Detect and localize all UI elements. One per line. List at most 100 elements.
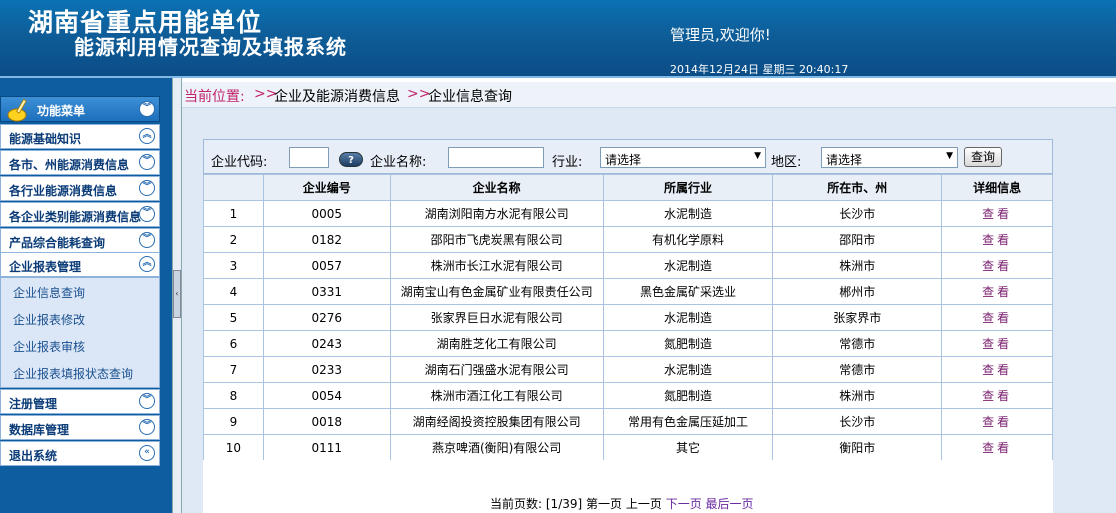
breadcrumb-separator: >>: [407, 86, 431, 102]
table-header-row: 企业编号 企业名称 所属行业 所在市、州 详细信息: [203, 174, 1053, 201]
enterprise-name-label: 企业名称:: [370, 155, 427, 170]
industry: 其它: [602, 434, 774, 461]
pager-next-link[interactable]: 下一页: [666, 497, 702, 511]
collapse-handle-icon[interactable]: ‹: [173, 270, 181, 318]
chevron-left-icon[interactable]: «: [139, 445, 155, 461]
region-select[interactable]: 请选择 ▼: [821, 147, 958, 168]
sidebar-item-label: 各行业能源消费信息: [9, 184, 118, 198]
sidebar-item-label: 注册管理: [9, 397, 58, 411]
chevron-down-icon[interactable]: ︾: [139, 101, 155, 117]
column-header-code: 企业编号: [262, 174, 391, 201]
sidebar-item-registration[interactable]: 注册管理 ︾: [0, 389, 160, 414]
table-row: 5 0276 张家界巨日水泥有限公司 水泥制造 张家界市 查看: [203, 304, 1053, 331]
report-submenu: 企业信息查询 企业报表修改 企业报表审核 企业报表填报状态查询: [0, 277, 160, 388]
chevron-down-icon[interactable]: ︾: [139, 206, 155, 222]
sidebar-item-label: 数据库管理: [9, 423, 70, 437]
sidebar-item-report-management[interactable]: 企业报表管理 ︽: [0, 252, 160, 277]
sidebar-item-energy-basics[interactable]: 能源基础知识 ︽: [0, 124, 160, 149]
enterprise-name: 张家界巨日水泥有限公司: [389, 304, 604, 331]
sidebar-item-label: 退出系统: [9, 449, 58, 463]
pager-label: 当前页数:: [490, 497, 543, 511]
industry-select-value: 请选择: [605, 153, 642, 167]
table-row: 8 0054 株洲市酒江化工有限公司 氮肥制造 株洲市 查看: [203, 382, 1053, 409]
table-row: 2 0182 邵阳市飞虎炭黑有限公司 有机化学原料 邵阳市 查看: [203, 226, 1053, 253]
row-index: 2: [203, 226, 264, 253]
enterprise-code-input[interactable]: [289, 147, 329, 168]
city: 张家界市: [772, 304, 943, 331]
enterprise-name-input[interactable]: [448, 147, 544, 168]
sidebar-item-product-consumption[interactable]: 产品综合能耗查询 ︾: [0, 228, 160, 253]
chevron-down-icon[interactable]: ︾: [139, 154, 155, 170]
chevron-down-icon[interactable]: ︾: [139, 180, 155, 196]
menu-header[interactable]: 功能菜单 ︾: [0, 96, 160, 122]
sidebar-item-database[interactable]: 数据库管理 ︾: [0, 415, 160, 440]
view-detail-link[interactable]: 查看: [941, 330, 1053, 357]
pager-page-info: [1/39]: [545, 497, 583, 511]
row-index: 10: [203, 434, 264, 461]
enterprise-code: 0054: [262, 382, 391, 409]
industry: 氮肥制造: [602, 382, 774, 409]
view-detail-link[interactable]: 查看: [941, 434, 1053, 461]
industry: 水泥制造: [602, 200, 774, 227]
table-row: 4 0331 湖南宝山有色金属矿业有限责任公司 黑色金属矿采选业 郴州市 查看: [203, 278, 1053, 305]
column-header-name: 企业名称: [389, 174, 604, 201]
industry: 水泥制造: [602, 356, 774, 383]
view-detail-link[interactable]: 查看: [941, 278, 1053, 305]
enterprise-name: 株洲市酒江化工有限公司: [389, 382, 604, 409]
chevron-up-icon[interactable]: ︽: [139, 256, 155, 272]
query-button[interactable]: 查询: [964, 147, 1002, 167]
industry-select[interactable]: 请选择 ▼: [600, 147, 766, 168]
table-row: 9 0018 湖南经阁投资控股集团有限公司 常用有色金属压延加工 长沙市 查看: [203, 408, 1053, 435]
view-detail-link[interactable]: 查看: [941, 382, 1053, 409]
column-header-industry: 所属行业: [602, 174, 774, 201]
chevron-down-icon[interactable]: ︾: [139, 419, 155, 435]
breadcrumb-level1[interactable]: 企业及能源消费信息: [274, 86, 400, 106]
sidebar-item-logout[interactable]: 退出系统 «: [0, 441, 160, 466]
industry: 氮肥制造: [602, 330, 774, 357]
sidebar-item-label: 企业报表管理: [9, 260, 82, 274]
sidebar-item-label: 各企业类别能源消费信息: [9, 210, 142, 224]
sidebar-item-city-energy[interactable]: 各市、州能源消费信息 ︾: [0, 150, 160, 175]
table-row: 6 0243 湖南胜芝化工有限公司 氮肥制造 常德市 查看: [203, 330, 1053, 357]
view-detail-link[interactable]: 查看: [941, 356, 1053, 383]
chevron-up-icon[interactable]: ︽: [139, 128, 155, 144]
industry: 黑色金属矿采选业: [602, 278, 774, 305]
industry: 水泥制造: [602, 252, 774, 279]
chevron-down-icon[interactable]: ︾: [139, 393, 155, 409]
submenu-report-review[interactable]: 企业报表审核: [13, 338, 85, 355]
table-row: 3 0057 株洲市长江水泥有限公司 水泥制造 株洲市 查看: [203, 252, 1053, 279]
industry: 有机化学原料: [602, 226, 774, 253]
enterprise-name: 燕京啤酒(衡阳)有限公司: [389, 434, 604, 461]
city: 株洲市: [772, 252, 943, 279]
city: 长沙市: [772, 200, 943, 227]
pager-prev: 上一页: [625, 497, 662, 511]
sidebar-item-label: 各市、州能源消费信息: [9, 158, 130, 172]
enterprise-code: 0018: [262, 408, 391, 435]
submenu-report-status[interactable]: 企业报表填报状态查询: [13, 365, 133, 382]
enterprise-code: 0005: [262, 200, 391, 227]
enterprise-name: 湖南胜芝化工有限公司: [389, 330, 604, 357]
view-detail-link[interactable]: 查看: [941, 408, 1053, 435]
view-detail-link[interactable]: 查看: [941, 226, 1053, 253]
sidebar-splitter[interactable]: ‹: [172, 78, 182, 513]
enterprise-code: 0111: [262, 434, 391, 461]
submenu-enterprise-query[interactable]: 企业信息查询: [13, 284, 85, 301]
pager-last-link[interactable]: 最后一页: [706, 497, 754, 511]
row-index: 5: [203, 304, 264, 331]
chevron-down-icon[interactable]: ︾: [139, 232, 155, 248]
view-detail-link[interactable]: 查看: [941, 252, 1053, 279]
enterprise-code: 0182: [262, 226, 391, 253]
breadcrumb-level2[interactable]: 企业信息查询: [428, 86, 512, 106]
submenu-report-edit[interactable]: 企业报表修改: [13, 311, 85, 328]
view-detail-link[interactable]: 查看: [941, 200, 1053, 227]
help-icon[interactable]: ?: [339, 152, 363, 167]
broom-icon: [7, 98, 27, 122]
column-header-index: [203, 174, 264, 201]
column-header-city: 所在市、州: [772, 174, 943, 201]
row-index: 7: [203, 356, 264, 383]
sidebar-item-industry-energy[interactable]: 各行业能源消费信息 ︾: [0, 176, 160, 201]
breadcrumb: 当前位置: >> 企业及能源消费信息 >> 企业信息查询: [182, 82, 1116, 108]
enterprise-name: 邵阳市飞虎炭黑有限公司: [389, 226, 604, 253]
sidebar-item-enterprise-category-energy[interactable]: 各企业类别能源消费信息 ︾: [0, 202, 160, 227]
view-detail-link[interactable]: 查看: [941, 304, 1053, 331]
